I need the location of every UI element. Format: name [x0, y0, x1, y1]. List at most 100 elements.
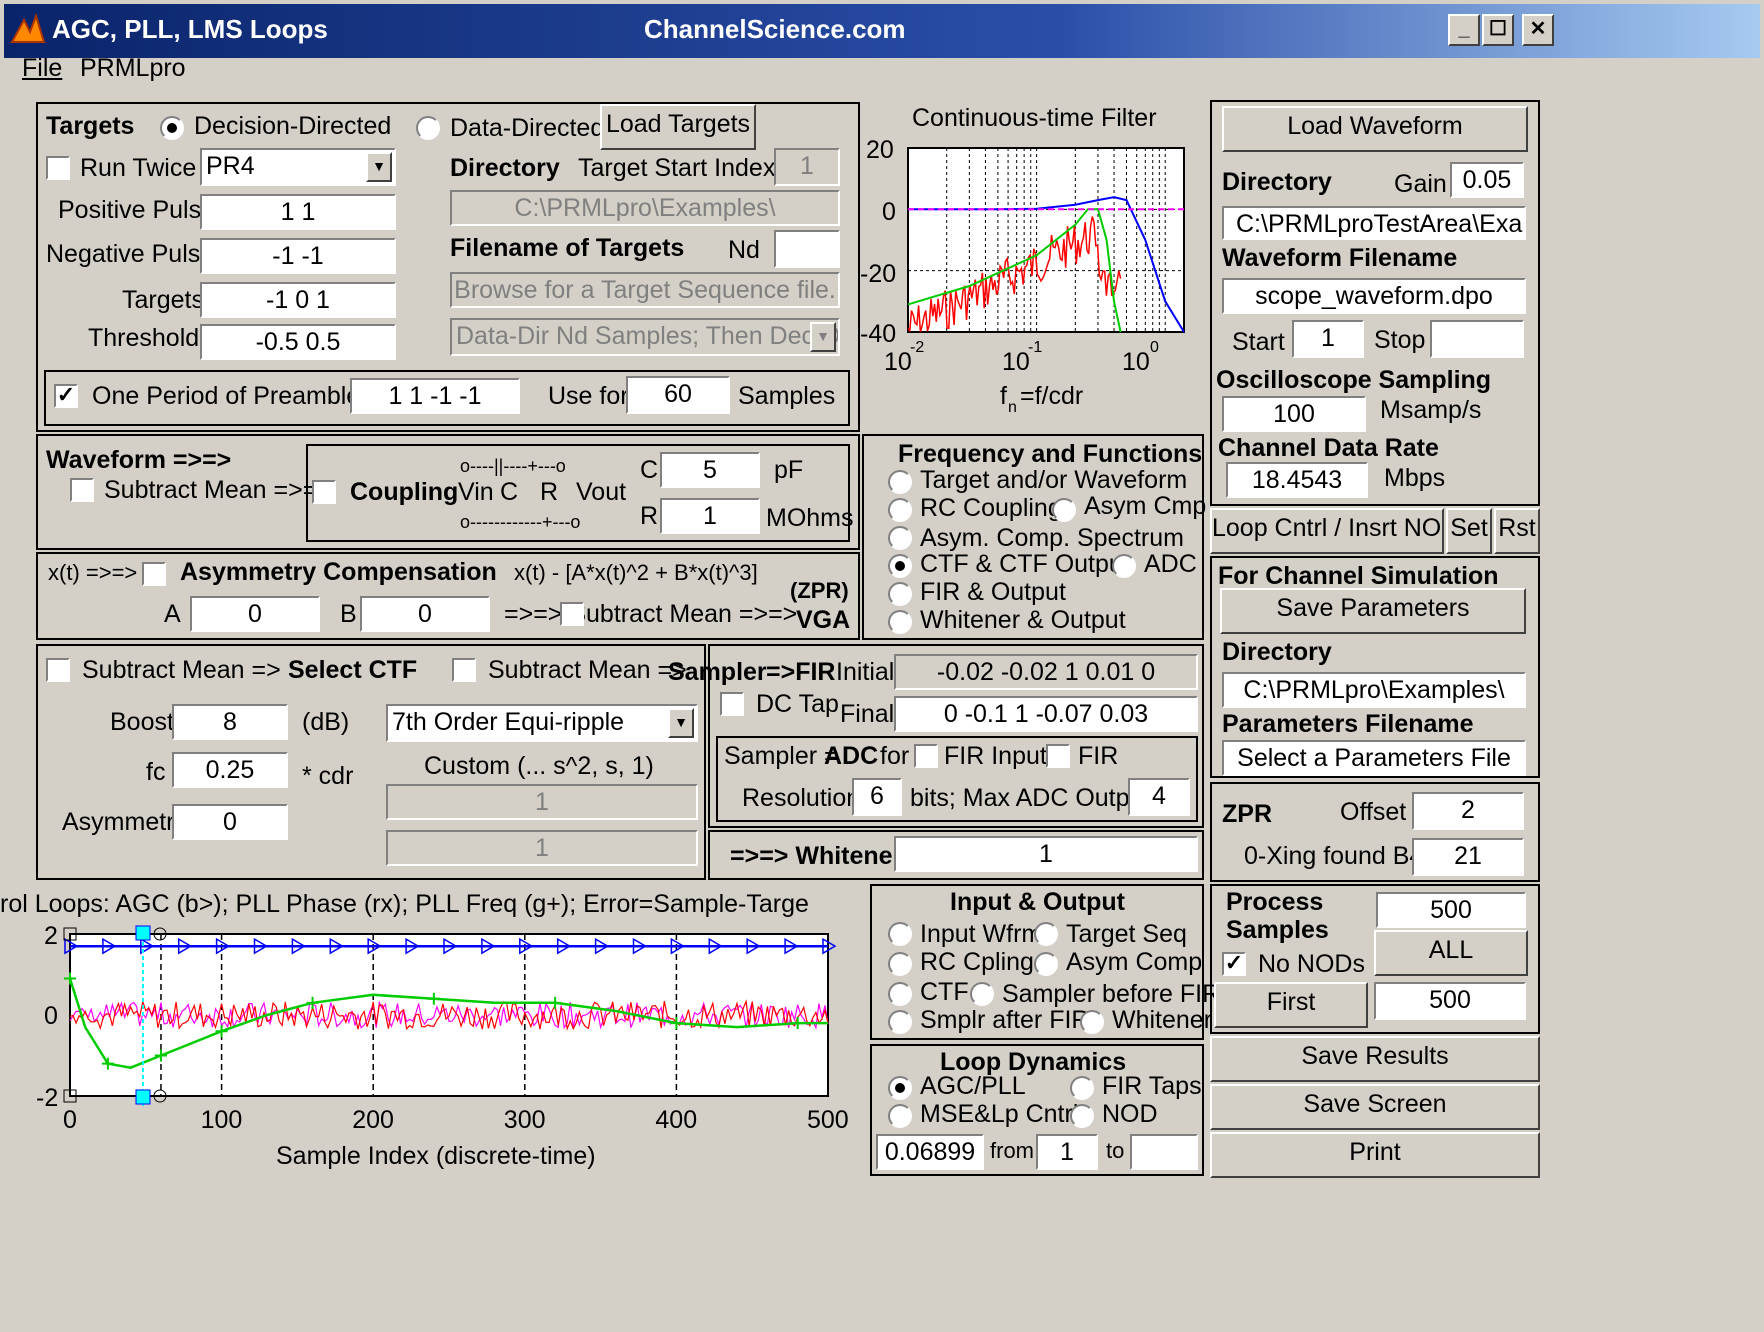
- io-rc-cpling-radio[interactable]: [888, 952, 912, 976]
- targets-title: Targets: [46, 112, 135, 140]
- resistance-input[interactable]: 1: [660, 498, 760, 534]
- io-input-wfrm-radio[interactable]: [888, 922, 912, 946]
- first-samples-input[interactable]: 500: [1374, 982, 1526, 1020]
- asym-b-input[interactable]: 0: [360, 596, 490, 632]
- sim-directory-input[interactable]: C:\PRMLpro\Examples\: [1222, 672, 1526, 708]
- ctf-type-select[interactable]: 7th Order Equi-ripple ▼: [386, 704, 698, 742]
- process-samples-input[interactable]: 500: [1376, 892, 1526, 928]
- max-adc-input[interactable]: 4: [1128, 778, 1190, 816]
- waveform-directory-input[interactable]: C:\PRMLproTestArea\Exam: [1222, 206, 1526, 240]
- freq-rc-radio[interactable]: [888, 498, 912, 522]
- loop-value-input[interactable]: 0.06899: [876, 1134, 984, 1170]
- custom-denominator-input[interactable]: 1: [386, 830, 698, 866]
- stop-input[interactable]: [1430, 320, 1524, 358]
- freq-fir-radio[interactable]: [888, 582, 912, 606]
- io-whitener-radio[interactable]: [1080, 1010, 1104, 1034]
- io-sampler-before-radio[interactable]: [970, 982, 994, 1006]
- loop-to-input[interactable]: [1130, 1134, 1198, 1170]
- boost-input[interactable]: 8: [172, 704, 288, 740]
- coupling-checkbox[interactable]: [312, 480, 336, 504]
- freq-asym-spectrum-radio[interactable]: [888, 526, 912, 550]
- load-targets-button[interactable]: Load Targets: [600, 104, 756, 150]
- loop-nod-radio[interactable]: [1070, 1104, 1094, 1128]
- target-type-select[interactable]: PR4 ▼: [200, 148, 396, 186]
- targets-input[interactable]: -1 0 1: [200, 282, 396, 318]
- targets-directory-input[interactable]: C:\PRMLpro\Examples\: [450, 190, 840, 226]
- browse-targets-input[interactable]: Browse for a Target Sequence file.: [450, 272, 840, 308]
- target-mode-select[interactable]: Data-Dir Nd Samples; Then Dec-Dir ▼: [450, 318, 840, 356]
- freq-asym-cmp-radio[interactable]: [1052, 498, 1076, 522]
- dc-tap-checkbox[interactable]: [720, 692, 744, 716]
- fir-checkbox[interactable]: [1046, 744, 1070, 768]
- target-start-index-input[interactable]: 1: [774, 148, 840, 186]
- resolution-input[interactable]: 6: [852, 778, 902, 816]
- waveform-subtract-mean-checkbox[interactable]: [70, 478, 94, 502]
- waveform-filename-label: Waveform Filename: [1222, 244, 1458, 272]
- gain-input[interactable]: 0.05: [1450, 162, 1524, 198]
- freq-ctf-radio[interactable]: [888, 554, 912, 578]
- whitener-input[interactable]: 1: [894, 836, 1198, 872]
- asym-a-input[interactable]: 0: [190, 596, 320, 632]
- zero-xing-input[interactable]: 21: [1412, 838, 1524, 876]
- load-waveform-button[interactable]: Load Waveform: [1222, 106, 1528, 152]
- oscilloscope-sampling-input[interactable]: 100: [1222, 396, 1366, 432]
- io-ctf-radio[interactable]: [888, 982, 912, 1006]
- run-twice-checkbox[interactable]: [46, 156, 70, 180]
- save-screen-button[interactable]: Save Screen: [1210, 1084, 1540, 1130]
- freq-whitener-label: Whitener & Output: [920, 606, 1126, 634]
- loop-fir-taps-radio[interactable]: [1070, 1076, 1094, 1100]
- one-period-checkbox[interactable]: ✓: [54, 384, 78, 408]
- loop-cntrl-button[interactable]: Loop Cntrl / Insrt NOD: [1210, 508, 1444, 554]
- data-directed-radio[interactable]: [416, 116, 440, 140]
- menu-prmlpro[interactable]: PRMLpro: [80, 54, 186, 83]
- save-parameters-button[interactable]: Save Parameters: [1220, 588, 1526, 634]
- asymmetry-input[interactable]: 0: [172, 804, 288, 840]
- io-smplr-after-radio[interactable]: [888, 1010, 912, 1034]
- close-button[interactable]: ✕: [1522, 14, 1554, 46]
- loop-from-input[interactable]: 1: [1036, 1134, 1098, 1170]
- loop-agc-pll-radio[interactable]: [888, 1076, 912, 1100]
- asym-subtract-mean-checkbox[interactable]: [560, 602, 584, 626]
- ctf-subtract-mean2-checkbox[interactable]: [452, 658, 476, 682]
- minimize-button[interactable]: _: [1448, 14, 1480, 46]
- loop-xtick-4: 400: [655, 1106, 697, 1134]
- parameters-filename-input[interactable]: Select a Parameters File: [1222, 740, 1526, 776]
- fir-final-input[interactable]: 0 -0.1 1 -0.07 0.03: [894, 696, 1198, 732]
- gain-label: Gain: [1394, 170, 1447, 198]
- loop-mse-radio[interactable]: [888, 1104, 912, 1128]
- capacitance-input[interactable]: 5: [660, 452, 760, 488]
- negative-pulse-input[interactable]: -1 -1: [200, 238, 396, 274]
- positive-pulse-input[interactable]: 1 1: [200, 194, 396, 230]
- fc-input[interactable]: 0.25: [172, 752, 288, 788]
- rst-button[interactable]: Rst: [1494, 508, 1540, 554]
- channel-data-rate-input[interactable]: 18.4543: [1226, 462, 1368, 498]
- use-for-input[interactable]: 60: [626, 376, 730, 414]
- io-target-seq-radio[interactable]: [1034, 922, 1058, 946]
- thresholds-input[interactable]: -0.5 0.5: [200, 324, 396, 360]
- decision-directed-radio[interactable]: [160, 116, 184, 140]
- target-mode-value: Data-Dir Nd Samples; Then Dec-Dir: [456, 322, 840, 350]
- all-button[interactable]: ALL: [1374, 930, 1528, 976]
- nd-input[interactable]: [774, 230, 840, 268]
- preamble-input[interactable]: 1 1 -1 -1: [350, 378, 520, 414]
- offset-input[interactable]: 2: [1412, 792, 1524, 830]
- custom-numerator-input[interactable]: 1: [386, 784, 698, 820]
- asymmetry-compensation-checkbox[interactable]: [142, 562, 166, 586]
- ctf-subtract-mean-checkbox[interactable]: [46, 658, 70, 682]
- set-button[interactable]: Set: [1446, 508, 1492, 554]
- maximize-button[interactable]: ☐: [1482, 14, 1514, 46]
- freq-target-radio[interactable]: [888, 470, 912, 494]
- first-button[interactable]: First: [1214, 982, 1368, 1028]
- initial-label: Initial: [836, 658, 895, 686]
- freq-whitener-radio[interactable]: [888, 610, 912, 634]
- freq-adc-radio[interactable]: [1112, 554, 1136, 578]
- waveform-filename-input[interactable]: scope_waveform.dpo: [1222, 278, 1526, 314]
- print-button[interactable]: Print: [1210, 1132, 1540, 1178]
- menu-file[interactable]: File: [22, 54, 62, 83]
- io-asym-comp-radio[interactable]: [1034, 952, 1058, 976]
- save-results-button[interactable]: Save Results: [1210, 1036, 1540, 1082]
- no-nods-checkbox[interactable]: ✓: [1222, 952, 1246, 976]
- start-input[interactable]: 1: [1292, 320, 1364, 358]
- fir-initial-input[interactable]: -0.02 -0.02 1 0.01 0: [894, 654, 1198, 690]
- fir-input-checkbox[interactable]: [914, 744, 938, 768]
